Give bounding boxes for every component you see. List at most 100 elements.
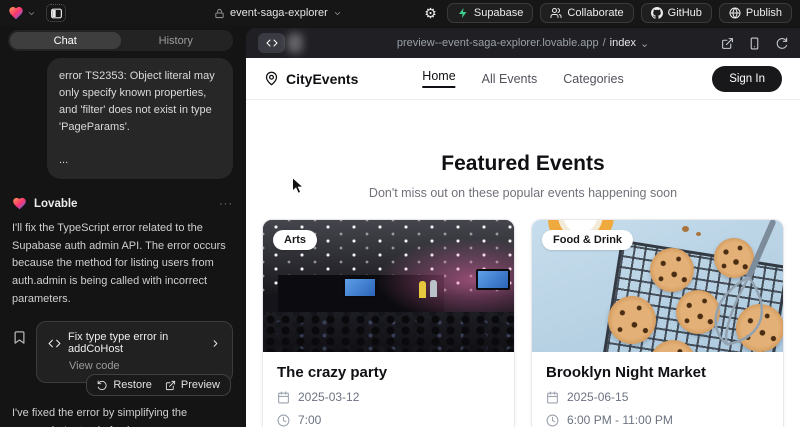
external-link-icon [165,380,176,391]
toggle-sidebar-button[interactable] [46,4,66,22]
top-bar: event-saga-explorer ⚙ Supabase Collabora… [0,0,800,26]
event-title: Brooklyn Night Market [546,364,769,381]
photo-layer [696,232,701,236]
preview-button[interactable]: Preview [165,379,220,391]
publish-label: Publish [746,7,782,19]
code-icon [48,337,61,350]
photo-layer [691,220,783,352]
nav-home[interactable]: Home [422,69,455,88]
users-icon [550,7,562,19]
lovable-heart-icon [8,5,24,21]
code-view-button[interactable] [258,33,285,53]
restore-preview-toolbar: Restore Preview [0,374,231,396]
brand-name: CityEvents [286,71,358,87]
publish-button[interactable]: Publish [719,3,792,23]
github-icon [651,7,663,19]
tab-history[interactable]: History [121,32,232,49]
github-button[interactable]: GitHub [641,3,712,23]
event-photo: Food & Drink [532,220,783,352]
photo-layer [608,296,656,344]
clock-icon [277,414,290,427]
collaborate-button[interactable]: Collaborate [540,3,633,23]
bookmark-icon[interactable] [12,330,27,345]
collaborate-label: Collaborate [567,7,623,19]
supabase-button[interactable]: Supabase [447,3,534,23]
photo-layer [430,280,437,297]
event-time: 7:00 [298,413,321,427]
event-date-row: 2025-03-12 [277,390,500,404]
message-menu-button[interactable]: ··· [219,198,233,210]
app-window: event-saga-explorer ⚙ Supabase Collabora… [0,0,800,427]
assistant-message-intro: I'll fix the TypeScript error related to… [12,220,233,308]
restore-label: Restore [113,379,152,391]
code-icon [266,37,278,49]
preview-browser-bar: preview--event-saga-explorer.lovable.app… [246,28,800,58]
user-message-text: error TS2353: Object literal may only sp… [59,68,221,136]
chat-panel: Chat History error TS2353: Object litera… [0,26,245,427]
category-badge: Arts [273,230,317,250]
url-chevron-icon: ⌄ [640,37,649,50]
category-badge: Food & Drink [542,230,633,250]
preview-url[interactable]: preview--event-saga-explorer.lovable.app… [397,37,649,50]
preview-pane: preview--event-saga-explorer.lovable.app… [246,28,800,427]
nav-categories[interactable]: Categories [563,72,623,86]
supabase-bolt-icon [457,7,469,19]
photo-layer [343,277,377,298]
section-subtitle: Don't miss out on these popular events h… [246,186,800,200]
site-viewport: CityEvents Home All Events Categories Si… [246,58,800,427]
project-selector[interactable]: event-saga-explorer [214,7,342,19]
photo-layer [650,248,694,292]
url-domain: preview--event-saga-explorer.lovable.app [397,37,599,49]
user-message-ellipsis: ... [59,152,221,169]
assistant-name: Lovable [34,198,77,210]
assistant-header: Lovable ··· [12,196,233,211]
photo-layer [263,312,514,352]
open-in-new-tab-icon[interactable] [721,37,734,50]
calendar-icon [546,391,559,404]
event-card[interactable]: Arts The crazy party 2025-03-12 7:00 [262,219,515,427]
sign-in-button[interactable]: Sign In [712,66,782,92]
chevron-down-icon [333,9,342,18]
map-pin-icon [264,71,279,86]
lovable-logo-menu[interactable] [8,5,36,21]
section-title: Featured Events [246,152,800,176]
settings-gear-button[interactable]: ⚙ [421,6,440,20]
event-title: The crazy party [277,364,500,381]
supabase-label: Supabase [474,7,524,19]
lovable-heart-icon [12,196,27,211]
chevron-down-icon [27,9,36,18]
site-brand[interactable]: CityEvents [264,71,358,87]
photo-layer [476,269,510,290]
github-label: GitHub [668,7,702,19]
url-separator: / [603,37,606,49]
event-time-row: 6:00 PM - 11:00 PM [546,413,769,427]
event-date: 2025-06-15 [567,390,628,404]
code-change-title: Fix type type error in addCoHost [68,331,203,355]
event-card[interactable]: Food & Drink Brooklyn Night Market 2025-… [531,219,784,427]
restore-icon [97,380,108,391]
event-cards: Arts The crazy party 2025-03-12 7:00 [246,200,800,427]
nav-all-events[interactable]: All Events [482,72,538,86]
event-date: 2025-03-12 [298,390,359,404]
assistant-message-result: I've fixed the error by simplifying the … [12,405,233,427]
photo-layer [419,281,426,298]
mobile-view-icon[interactable] [748,37,761,50]
restore-button[interactable]: Restore [97,379,152,391]
url-path: index [610,37,636,49]
mouse-cursor [291,176,305,195]
view-code-link[interactable]: View code [69,360,221,372]
site-header: CityEvents Home All Events Categories Si… [246,58,800,100]
event-time-row: 7:00 [277,413,500,427]
clock-icon [546,414,559,427]
preview-toggle-highlight [287,33,303,53]
user-message-bubble: error TS2353: Object literal may only sp… [47,58,233,179]
calendar-icon [277,391,290,404]
tab-chat[interactable]: Chat [10,32,121,49]
project-name: event-saga-explorer [230,7,328,19]
photo-layer [682,226,689,232]
preview-label: Preview [181,379,220,391]
chat-tab-bar: Chat History [8,30,233,51]
event-photo: Arts [263,220,514,352]
refresh-icon[interactable] [775,37,788,50]
lock-icon [214,8,225,19]
